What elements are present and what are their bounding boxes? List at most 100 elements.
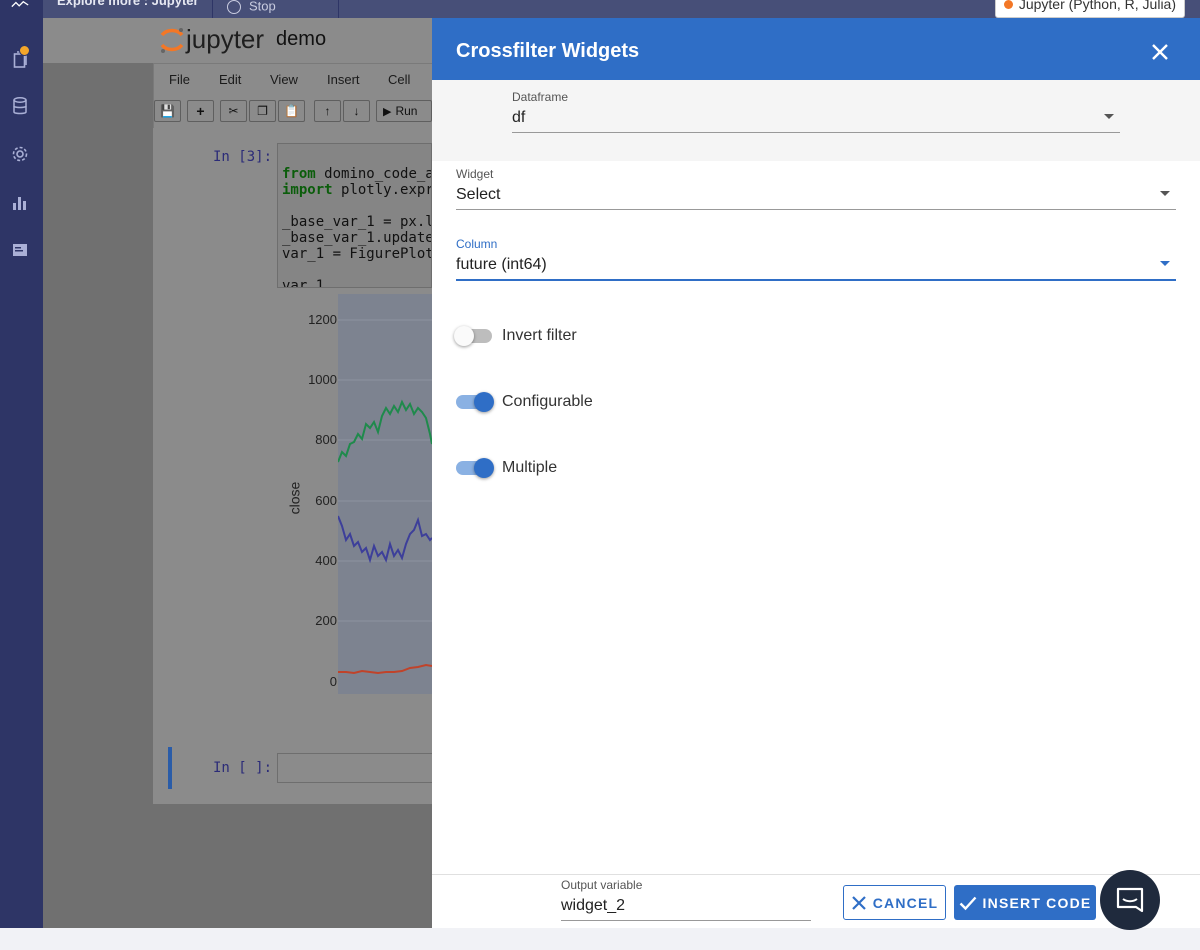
check-icon: [959, 896, 976, 910]
toggle-track: [454, 326, 492, 346]
invert-filter-toggle[interactable]: Invert filter: [454, 326, 577, 346]
cell-prompt-empty: In [ ]:: [213, 760, 273, 776]
toggle-knob: [474, 392, 494, 412]
cancel-button[interactable]: CANCEL: [843, 885, 946, 920]
menu-edit[interactable]: Edit: [219, 72, 241, 87]
save-icon: 💾: [160, 104, 175, 118]
database-icon[interactable]: [11, 97, 29, 115]
chat-support-button[interactable]: [1100, 870, 1160, 930]
dialog-header: Crossfilter Widgets: [432, 18, 1200, 80]
widget-label: Widget: [456, 167, 494, 181]
menu-insert[interactable]: Insert: [327, 72, 360, 87]
copy-icon: ❐: [257, 104, 268, 118]
code-line-6: var_1 = FigurePlot: [282, 246, 432, 262]
arrow-up-icon: ↑: [324, 104, 331, 118]
stop-label: Stop: [249, 0, 276, 14]
notebook-name[interactable]: demo: [276, 28, 326, 51]
code-cell-input[interactable]: [277, 753, 437, 783]
copy-button[interactable]: ❐: [249, 100, 276, 122]
dialog-title: Crossfilter Widgets: [456, 40, 640, 62]
y-tick-label: 800: [315, 432, 337, 447]
column-value: future (int64): [456, 256, 547, 273]
arrow-down-icon: ↓: [353, 104, 360, 118]
y-tick-label: 400: [315, 553, 337, 568]
column-label: Column: [456, 237, 498, 251]
jupyter-logo-icon: [160, 27, 184, 53]
menu-cell[interactable]: Cell: [388, 72, 410, 87]
menu-file[interactable]: File: [169, 72, 190, 87]
dataframe-select[interactable]: Dataframe df: [512, 90, 1120, 133]
close-icon: [851, 895, 866, 910]
code-kw-from: from: [282, 166, 316, 182]
stop-icon: [227, 0, 241, 14]
series-line-blue: [337, 515, 433, 564]
code-line-4: _base_var_1 = px.l: [282, 214, 432, 230]
tab-title: Explore more : Jupyter: [57, 0, 199, 8]
play-icon: ▶: [383, 105, 392, 118]
settings-gear-icon[interactable]: [11, 145, 29, 163]
toggle-track: [456, 458, 494, 478]
cell-prompt-in3: In [3]:: [213, 149, 273, 165]
insert-code-button[interactable]: INSERT CODE: [954, 885, 1096, 920]
run-button[interactable]: ▶ Run: [376, 100, 432, 122]
y-tick-label: 1200: [308, 312, 337, 327]
toggle-knob: [454, 326, 474, 346]
invert-filter-label: Invert filter: [502, 327, 577, 344]
menu-view[interactable]: View: [270, 72, 298, 87]
jupyter-wordmark: jupyter: [186, 24, 265, 54]
crossfilter-dialog: Crossfilter Widgets Dataframe df Widget …: [432, 18, 1200, 928]
chat-icon: [1116, 887, 1144, 913]
chevron-down-icon: [1160, 261, 1170, 266]
dataframe-section: Dataframe df: [432, 80, 1200, 161]
plot-area: [337, 294, 433, 694]
move-down-button[interactable]: ↓: [343, 100, 370, 122]
move-up-button[interactable]: ↑: [314, 100, 341, 122]
series-line-green: [337, 399, 433, 463]
cut-button[interactable]: ✂: [220, 100, 247, 122]
bar-chart-icon[interactable]: [11, 193, 29, 211]
scissors-icon: ✂: [228, 104, 239, 118]
multiple-toggle[interactable]: Multiple: [456, 458, 558, 478]
close-icon: [1152, 44, 1168, 60]
notes-icon[interactable]: [11, 241, 29, 259]
output-variable-value: widget_2: [561, 897, 626, 914]
plot-lines: [337, 319, 433, 675]
multiple-label: Multiple: [502, 459, 558, 476]
paste-button[interactable]: 📋: [278, 100, 305, 122]
add-cell-button[interactable]: +: [187, 100, 214, 122]
left-rail: [0, 0, 43, 928]
y-tick-label: 600: [315, 493, 337, 508]
cancel-label: CANCEL: [872, 894, 939, 911]
toggle-knob: [474, 458, 494, 478]
notebook-toolbar: 💾 + ✂ ❐ 📋 ↑ ↓ ▶ Run: [153, 93, 432, 128]
tab-explore[interactable]: Explore more : Jupyter: [43, 0, 213, 18]
kernel-label: Jupyter (Python, R, Julia): [1018, 0, 1176, 12]
column-select[interactable]: Column future (int64): [456, 237, 1176, 281]
y-tick-label: 200: [315, 613, 337, 628]
jupyter-logo: jupyter demo: [158, 24, 326, 55]
chevron-down-icon: [1104, 114, 1114, 119]
top-bar: Explore more : Jupyter Stop Jupyter (Pyt…: [43, 0, 1200, 18]
widget-select[interactable]: Widget Select: [456, 167, 1176, 210]
close-button[interactable]: [1148, 40, 1172, 64]
jupyter-kernel-icon: [1003, 0, 1013, 9]
code-cell[interactable]: from domino_code_a import plotly.expr _b…: [277, 143, 432, 288]
dataframe-value: df: [512, 109, 526, 126]
series-line-red: [338, 663, 433, 675]
stop-button[interactable]: Stop: [213, 0, 339, 18]
empty-code-cell[interactable]: In [ ]:: [168, 747, 437, 789]
run-label: Run: [395, 104, 418, 118]
output-variable-label: Output variable: [561, 878, 643, 892]
toggle-track: [456, 392, 494, 412]
save-button[interactable]: 💾: [154, 100, 181, 122]
domino-logo-icon[interactable]: [11, 0, 29, 14]
configurable-toggle[interactable]: Configurable: [456, 392, 593, 412]
field-underline: [512, 132, 1120, 133]
kernel-selector[interactable]: Jupyter (Python, R, Julia): [994, 0, 1185, 18]
y-axis-label: close: [286, 481, 303, 515]
paste-icon: 📋: [284, 104, 299, 118]
output-variable-field[interactable]: Output variable widget_2: [561, 878, 811, 921]
notebook-menubar: File Edit View Insert Cell: [153, 63, 432, 93]
y-tick-label: 1000: [308, 372, 337, 387]
code-line-1: domino_code_a: [324, 166, 432, 182]
